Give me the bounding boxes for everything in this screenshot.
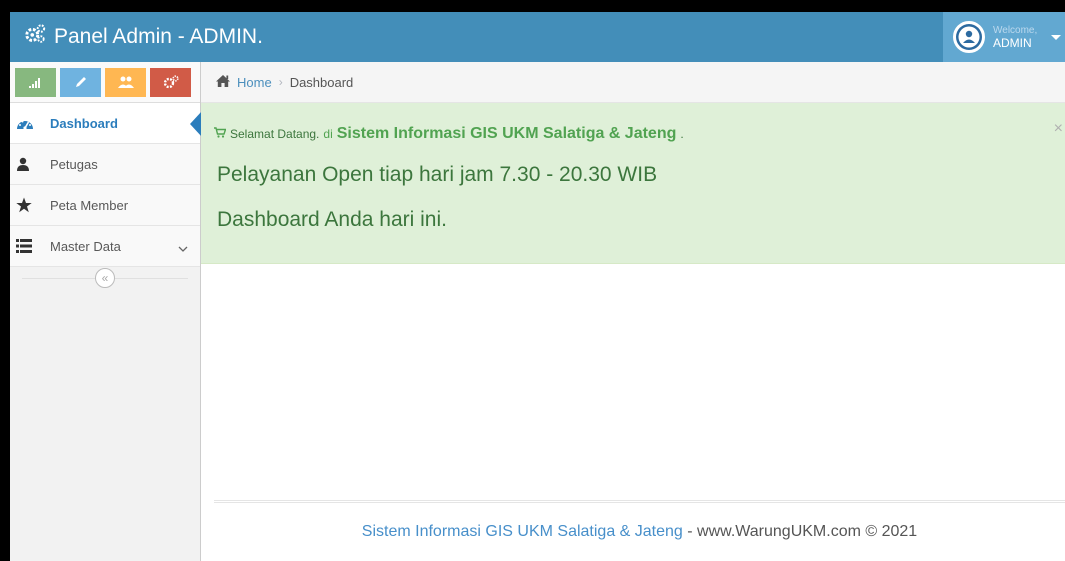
- shortcut-signal-button[interactable]: [15, 67, 56, 97]
- sidebar-item-label: Dashboard: [50, 115, 118, 131]
- users-icon: [117, 76, 134, 88]
- welcome-alert: Selamat Datang. di Sistem Informasi GIS …: [201, 103, 1065, 264]
- welcome-suffix: .: [680, 127, 684, 141]
- caret-down-icon: [1051, 34, 1062, 40]
- sidebar-collapse-button[interactable]: «: [95, 268, 115, 288]
- user-menu[interactable]: Welcome, ADMIN: [943, 12, 1065, 62]
- footer-system-name: Sistem Informasi GIS UKM Salatiga & Jate…: [361, 523, 683, 540]
- shortcut-users-button[interactable]: [105, 67, 146, 97]
- alert-close-button[interactable]: ×: [1054, 120, 1063, 138]
- pencil-icon: [75, 77, 86, 87]
- sidebar-item-petugas[interactable]: Petugas: [10, 144, 200, 185]
- shortcut-pencil-button[interactable]: [60, 67, 101, 97]
- sidebar-item-label: Peta Member: [50, 197, 129, 213]
- dashboard-today-text: Dashboard Anda hari ini.: [217, 208, 447, 231]
- navbar: Panel Admin - ADMIN. Welcome, ADMIN: [10, 12, 1065, 62]
- star-icon: [16, 197, 40, 213]
- breadcrumb: Home › Dashboard: [201, 62, 1065, 103]
- chevron-down-icon: [178, 241, 188, 256]
- breadcrumb-current: Dashboard: [289, 74, 354, 90]
- welcome-system-name: Sistem Informasi GIS UKM Salatiga & Jate…: [336, 125, 677, 142]
- welcome-di: di: [323, 127, 333, 141]
- footer: Sistem Informasi GIS UKM Salatiga & Jate…: [214, 500, 1065, 561]
- app-frame: Panel Admin - ADMIN. Welcome, ADMIN Dash…: [10, 12, 1065, 561]
- sidebar-item-label: Petugas: [50, 156, 98, 172]
- tachometer-icon: [16, 116, 40, 130]
- avatar: [953, 21, 985, 53]
- sidebar-item-master-data[interactable]: Master Data: [10, 226, 200, 267]
- shortcut-cogs-button[interactable]: [150, 67, 191, 97]
- footer-copyright: - www.WarungUKM.com © 2021: [682, 523, 918, 540]
- cogs-icon: [163, 75, 179, 89]
- signal-icon: [28, 78, 40, 88]
- welcome-message: Selamat Datang. di Sistem Informasi GIS …: [214, 125, 684, 143]
- home-icon: [215, 74, 231, 91]
- sidebar-item-dashboard[interactable]: Dashboard: [10, 103, 202, 144]
- user-icon: [16, 157, 40, 171]
- breadcrumb-home-link[interactable]: Home: [237, 75, 272, 90]
- breadcrumb-separator-icon: ›: [278, 75, 283, 89]
- sidebar: Dashboard Petugas Peta Member Master Dat…: [10, 62, 202, 561]
- double-chevron-left-icon: «: [101, 271, 109, 285]
- shopping-cart-icon: [214, 127, 227, 141]
- sidebar-shortcuts: [10, 62, 200, 103]
- brand-link[interactable]: Panel Admin - ADMIN.: [24, 12, 263, 62]
- user-avatar-icon: [956, 24, 982, 50]
- user-name: ADMIN: [993, 36, 1032, 50]
- sidebar-item-label: Master Data: [50, 238, 121, 254]
- welcome-prefix: Selamat Datang.: [230, 127, 320, 141]
- list-icon: [16, 239, 40, 253]
- sidebar-item-peta-member[interactable]: Peta Member: [10, 185, 200, 226]
- brand-title: Panel Admin - ADMIN.: [54, 25, 263, 48]
- sidebar-collapse-row: «: [10, 267, 200, 289]
- cogs-icon: [24, 23, 46, 51]
- service-hours-text: Pelayanan Open tiap hari jam 7.30 - 20.3…: [217, 163, 658, 186]
